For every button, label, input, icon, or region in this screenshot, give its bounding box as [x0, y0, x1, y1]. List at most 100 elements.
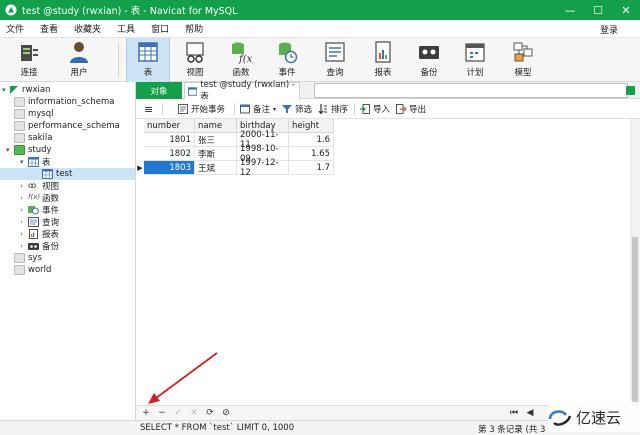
- collapse-arrow-icon[interactable]: ▾: [2, 86, 10, 94]
- stop-button[interactable]: ⊘: [220, 407, 232, 419]
- sort-button[interactable]: 排序: [318, 103, 348, 115]
- menu-view[interactable]: 查看: [40, 22, 58, 35]
- tab-objects[interactable]: 对象: [136, 82, 182, 99]
- discard-changes-button[interactable]: ✕: [188, 407, 200, 419]
- menu-help[interactable]: 帮助: [185, 22, 203, 35]
- database-icon: [14, 133, 25, 143]
- expand-arrow-icon[interactable]: ›: [20, 194, 28, 202]
- scrollbar-thumb[interactable]: [632, 237, 638, 405]
- connection-leaf-icon: [10, 86, 18, 94]
- tree-db-mysql[interactable]: mysql: [14, 108, 54, 120]
- table-icon: [28, 157, 39, 167]
- menu-icon[interactable]: ≡: [144, 103, 153, 116]
- menu-tools[interactable]: 工具: [117, 22, 135, 35]
- function-label: 函数: [232, 68, 250, 78]
- apply-changes-button[interactable]: ✓: [172, 407, 184, 419]
- query-label: 查询: [326, 68, 344, 78]
- toolbar-separator: [162, 103, 163, 115]
- dropdown-arrow-icon[interactable]: ▾: [273, 106, 276, 113]
- tree-views-group[interactable]: › ꝏ 视图: [20, 180, 59, 192]
- navicat-logo-icon: [5, 4, 17, 16]
- maximize-button[interactable]: ☐: [584, 0, 612, 20]
- memo-icon: [240, 104, 250, 114]
- view-icon: [186, 42, 204, 63]
- collapse-arrow-icon[interactable]: ▾: [20, 158, 28, 166]
- login-link[interactable]: 登录: [600, 23, 618, 36]
- menu-bar: 文件 查看 收藏夹 工具 窗口 帮助 登录: [0, 20, 640, 38]
- annotation-arrow: [148, 352, 218, 404]
- status-sql-text: SELECT * FROM `test` LIMIT 0, 1000: [140, 423, 295, 433]
- expand-arrow-icon[interactable]: ›: [20, 206, 28, 214]
- tree-group-label: 报表: [42, 230, 60, 240]
- memo-button[interactable]: 备注 ▾: [240, 103, 276, 115]
- tree-events-group[interactable]: › 事件: [20, 204, 59, 216]
- expand-arrow-icon[interactable]: ›: [20, 230, 28, 238]
- begin-transaction-button[interactable]: 开始事务: [178, 103, 225, 115]
- menu-file[interactable]: 文件: [6, 22, 24, 35]
- menu-window[interactable]: 窗口: [151, 22, 169, 35]
- tree-db-world[interactable]: world: [14, 264, 51, 276]
- object-tree[interactable]: ▾ rwxian information_schema mysql perfor…: [0, 82, 136, 422]
- tree-db-label: information_schema: [28, 97, 115, 107]
- tab-search-input[interactable]: [314, 83, 628, 98]
- tree-tables-group[interactable]: ▾ 表: [20, 156, 51, 168]
- model-button[interactable]: 模型: [506, 38, 540, 82]
- collapse-arrow-icon[interactable]: ▾: [6, 146, 14, 154]
- menu-favorites[interactable]: 收藏夹: [74, 22, 101, 35]
- export-label: 导出: [409, 105, 427, 115]
- function-button[interactable]: f(x) 函数: [224, 38, 258, 82]
- event-button[interactable]: 事件: [270, 38, 304, 82]
- tree-db-study[interactable]: ▾ study: [6, 144, 52, 156]
- delete-record-button[interactable]: −: [156, 407, 168, 419]
- close-button[interactable]: ✕: [612, 0, 640, 20]
- refresh-button[interactable]: ⟳: [204, 407, 216, 419]
- tree-db-sakila[interactable]: sakila: [14, 132, 53, 144]
- tree-queries-group[interactable]: › 查询: [20, 216, 59, 228]
- prev-page-button[interactable]: ◀: [524, 407, 536, 419]
- expand-arrow-icon[interactable]: ›: [20, 242, 28, 250]
- tree-db-information-schema[interactable]: information_schema: [14, 96, 115, 108]
- tree-db-performance-schema[interactable]: performance_schema: [14, 120, 120, 132]
- view-button[interactable]: 视图: [178, 38, 212, 82]
- backup-button[interactable]: 备份: [412, 38, 446, 82]
- export-button[interactable]: 导出: [396, 103, 426, 115]
- first-page-button[interactable]: ⏮: [508, 407, 520, 419]
- connection-button[interactable]: 连接: [12, 38, 46, 82]
- tree-table-test[interactable]: test: [0, 168, 135, 180]
- tree-backups-group[interactable]: › 备份: [20, 240, 59, 252]
- table-button[interactable]: 表: [126, 38, 170, 82]
- toolbar-separator: [354, 103, 355, 115]
- tree-db-sys[interactable]: sys: [14, 252, 42, 264]
- minimize-button[interactable]: —: [556, 0, 584, 20]
- view-glasses-icon: ꝏ: [28, 181, 37, 190]
- tree-functions-group[interactable]: › f(x) 函数: [20, 192, 59, 204]
- user-button[interactable]: 用户: [62, 38, 96, 82]
- tree-group-label: 备份: [42, 242, 60, 252]
- expand-arrow-icon[interactable]: ›: [20, 182, 28, 190]
- begin-transaction-label: 开始事务: [191, 105, 226, 115]
- query-button[interactable]: 查询: [318, 38, 352, 82]
- report-button[interactable]: 报表: [366, 38, 400, 82]
- tree-connection[interactable]: ▾ rwxian: [2, 84, 50, 96]
- main-toolbar: 连接 用户 表 视图 f(x) 函数 事件 查询 报表 备份 计划 模型: [0, 38, 640, 82]
- import-button[interactable]: 导入: [360, 103, 390, 115]
- schedule-button[interactable]: 计划: [458, 38, 492, 82]
- data-grid[interactable]: number name birthday height 1801 张三 2000…: [136, 119, 630, 405]
- expand-arrow-icon[interactable]: ›: [20, 218, 28, 226]
- function-icon: f(x): [28, 193, 41, 201]
- filter-button[interactable]: 筛选: [282, 103, 312, 115]
- report-icon: [29, 229, 38, 239]
- filter-label: 筛选: [295, 105, 313, 115]
- tree-db-label: sys: [28, 253, 42, 263]
- query-icon: [28, 217, 39, 227]
- model-icon: [513, 42, 533, 62]
- tree-db-label: study: [28, 145, 52, 155]
- user-label: 用户: [70, 68, 88, 78]
- tree-reports-group[interactable]: › 报表: [20, 228, 59, 240]
- add-record-button[interactable]: +: [140, 407, 152, 419]
- tab-test-table[interactable]: test @study (rwxian) - 表: [184, 80, 300, 102]
- vertical-scrollbar[interactable]: [630, 119, 640, 405]
- database-icon: [14, 121, 25, 131]
- event-clock-icon: [28, 206, 39, 215]
- export-icon: [396, 104, 406, 114]
